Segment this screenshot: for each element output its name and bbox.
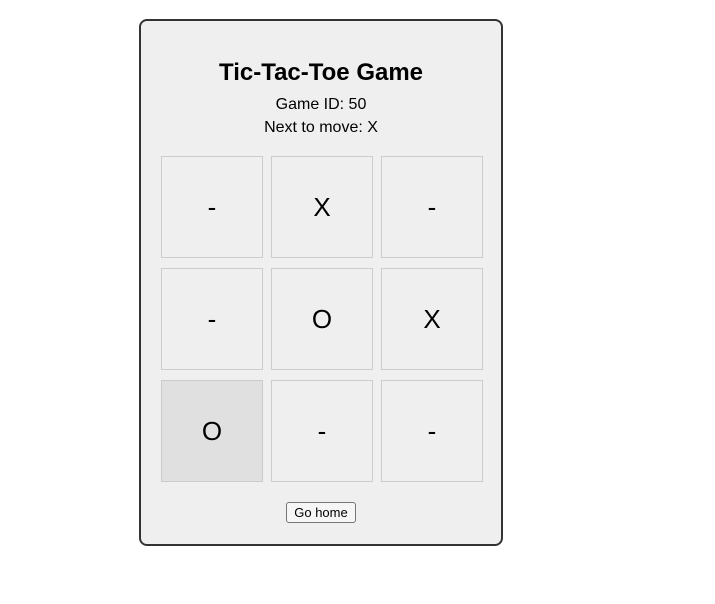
board-cell-r2-c2[interactable]: O bbox=[271, 268, 373, 370]
game-id-label: Game ID: 50 bbox=[275, 96, 367, 113]
board-cell-r1-c1[interactable]: - bbox=[161, 156, 263, 258]
game-board: - X - - O X O - - bbox=[161, 156, 485, 484]
board-cell-r3-c3[interactable]: - bbox=[381, 380, 483, 482]
game-panel: Tic-Tac-Toe Game Game ID: 50 Next to mov… bbox=[139, 19, 503, 546]
board-cell-r1-c3[interactable]: - bbox=[381, 156, 483, 258]
go-home-button[interactable]: Go home bbox=[286, 502, 356, 523]
board-cell-r3-c2[interactable]: - bbox=[271, 380, 373, 482]
board-cell-r3-c1[interactable]: O bbox=[161, 380, 263, 482]
board-cell-r2-c1[interactable]: - bbox=[161, 268, 263, 370]
board-cell-r1-c2[interactable]: X bbox=[271, 156, 373, 258]
page-title: Tic-Tac-Toe Game bbox=[218, 59, 424, 86]
board-cell-r2-c3[interactable]: X bbox=[381, 268, 483, 370]
next-move-label: Next to move: X bbox=[264, 119, 378, 136]
